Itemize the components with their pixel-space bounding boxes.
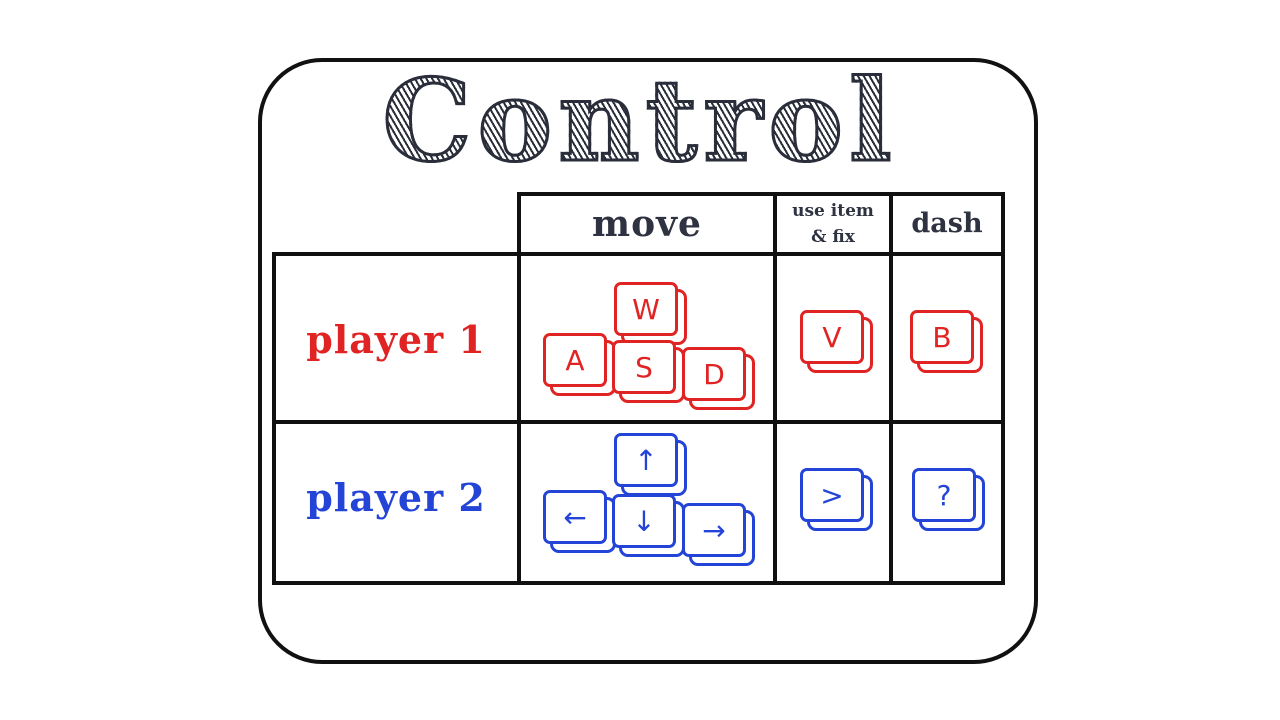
player-2-label: player 2 <box>306 475 486 520</box>
column-header-use-item-line2: & fix <box>811 227 855 247</box>
grid-line-row-divider <box>272 420 1005 424</box>
grid-line-header-bottom <box>272 252 1005 256</box>
grid-line-bottom <box>272 581 1005 585</box>
column-header-move: move <box>592 203 702 245</box>
player-1-label: player 1 <box>306 317 486 362</box>
title: Control <box>0 60 1280 183</box>
column-header-use-item: use item & fix <box>776 198 890 254</box>
grid-line-left <box>272 252 276 585</box>
column-header-use-item-line1: use item <box>792 201 874 221</box>
column-header-dash: dash <box>911 208 983 239</box>
